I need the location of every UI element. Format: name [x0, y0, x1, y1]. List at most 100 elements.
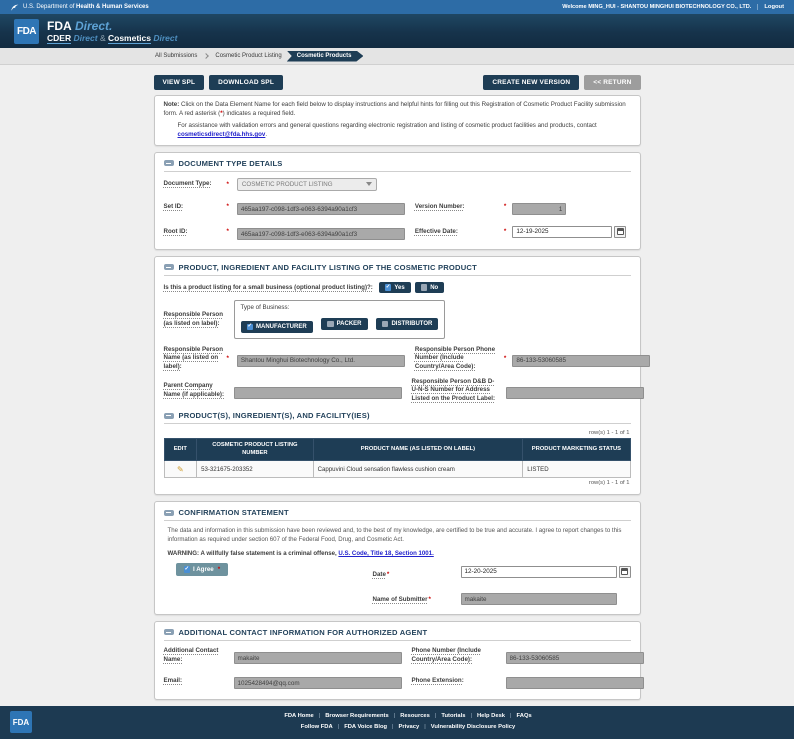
effective-date-label[interactable]: Effective Date:: [415, 228, 503, 236]
rp-phone-label[interactable]: Responsible Person Phone Number (Include…: [415, 346, 503, 371]
footer-link-fda-voice-blog[interactable]: FDA Voice Blog: [344, 724, 398, 730]
footer-link-vulnerability-disclosure[interactable]: Vulnerability Disclosure Policy: [431, 724, 516, 730]
logout-link[interactable]: Logout: [757, 4, 784, 10]
name-of-submitter-label[interactable]: Name of Submitter: [373, 596, 428, 603]
calendar-icon[interactable]: [618, 565, 631, 578]
document-type-select: COSMETIC PRODUCT LISTING: [236, 177, 377, 191]
table-row: 53-321675-203352 Cappuvini Cloud sensati…: [163, 460, 631, 479]
download-spl-button[interactable]: DOWNLOAD SPL: [209, 75, 284, 90]
welcome-text: Welcome MING_HUI - SHANTOU MINGHUI BIOTE…: [562, 4, 752, 10]
edit-pencil-icon[interactable]: [177, 465, 184, 474]
type-of-business-label: Type of Business:: [240, 304, 290, 312]
fda-footer-logo: FDA: [10, 711, 32, 734]
col-header-edit: EDIT: [163, 438, 198, 462]
breadcrumb: All Submissions Cosmetic Product Listing…: [0, 48, 794, 65]
phone-extension-label[interactable]: Phone Extension:: [412, 677, 500, 685]
footer-link-help-desk[interactable]: Help Desk: [477, 713, 517, 719]
agent-phone-field: [505, 652, 644, 665]
document-type-label[interactable]: Document Type:: [164, 180, 226, 188]
collapse-icon[interactable]: [163, 509, 174, 516]
date-label[interactable]: Date: [373, 571, 386, 578]
checkbox-unchecked-icon: [327, 320, 334, 328]
collapse-icon[interactable]: [163, 264, 174, 271]
footer-link-faqs[interactable]: FAQs: [517, 713, 532, 719]
responsible-person-label[interactable]: Responsible Person (as listed on label):: [164, 311, 226, 328]
toolbar: VIEW SPL DOWNLOAD SPL CREATE NEW VERSION…: [153, 75, 641, 90]
effective-date-input[interactable]: [512, 225, 613, 238]
parent-company-label[interactable]: Parent Company Name (if applicable):: [164, 382, 226, 399]
agent-phone-label[interactable]: Phone Number (Include Country/Area Code)…: [412, 647, 500, 664]
footer-link-browser-requirements[interactable]: Browser Requirements: [325, 713, 400, 719]
breadcrumb-cosmetic-products-active[interactable]: Cosmetic Products: [287, 51, 364, 62]
business-type-distributor-button[interactable]: DISTRIBUTOR: [375, 318, 439, 330]
checkbox-checked-icon: [384, 284, 392, 291]
collapse-icon[interactable]: [163, 629, 174, 636]
hhs-eagle-icon: [10, 3, 19, 12]
rp-duns-label[interactable]: Responsible Person D&B D-U-N-S Number fo…: [412, 378, 500, 403]
section-title-confirmation: CONFIRMATION STATEMENT: [178, 508, 289, 518]
collapse-icon[interactable]: [163, 160, 174, 167]
breadcrumb-cosmetic-product-listing[interactable]: Cosmetic Product Listing: [215, 53, 281, 59]
confirmation-date-input[interactable]: [460, 565, 617, 578]
brand-title: FDA Direct. CDER Direct & Cosmetics Dire…: [47, 18, 178, 44]
additional-contact-name-field: [233, 652, 402, 665]
utility-bar: U.S. Department of Health & Human Servic…: [0, 0, 794, 14]
products-table: EDIT COSMETIC PRODUCT LISTING NUMBER PRO…: [163, 438, 631, 479]
footer-link-privacy[interactable]: Privacy: [399, 724, 431, 730]
root-id-label[interactable]: Root ID:: [164, 228, 226, 236]
additional-contact-section: ADDITIONAL CONTACT INFORMATION FOR AUTHO…: [153, 620, 644, 700]
product-listing-section: PRODUCT, INGREDIENT AND FACILITY LISTING…: [153, 255, 651, 496]
version-number-label[interactable]: Version Number:: [415, 203, 503, 211]
cell-listing-number: 53-321675-203352: [196, 460, 314, 479]
checkbox-unchecked-icon: [381, 320, 389, 328]
small-business-yes-button[interactable]: Yes: [378, 281, 411, 294]
set-id-label[interactable]: Set ID:: [164, 203, 226, 211]
view-spl-button[interactable]: VIEW SPL: [153, 75, 205, 90]
type-of-business-group: Type of Business: MANUFACTURER PACKER DI…: [233, 300, 446, 339]
footer-link-tutorials[interactable]: Tutorials: [441, 713, 477, 719]
col-header-listing-number: COSMETIC PRODUCT LISTING NUMBER: [196, 438, 314, 462]
breadcrumb-all-submissions[interactable]: All Submissions: [155, 53, 197, 59]
note-label: Note:: [163, 101, 180, 108]
rp-name-label[interactable]: Responsible Person Name (as listed on la…: [164, 346, 226, 371]
business-type-manufacturer-button[interactable]: MANUFACTURER: [240, 321, 313, 333]
section-title-products-table: PRODUCT(S), INGREDIENT(S), AND FACILITY(…: [178, 411, 370, 421]
col-header-product-name: PRODUCT NAME (AS LISTED ON LABEL): [312, 438, 524, 462]
footer-link-follow-fda[interactable]: Follow FDA: [301, 724, 344, 730]
brand-header: FDA FDA Direct. CDER Direct & Cosmetics …: [0, 14, 794, 48]
confirmation-statement-text: The data and information in this submiss…: [167, 527, 622, 543]
parent-company-field: [233, 387, 402, 400]
agent-email-label[interactable]: Email:: [164, 677, 226, 685]
root-id-field: [236, 228, 405, 241]
rp-name-field: [236, 354, 405, 367]
section-title-document-type: DOCUMENT TYPE DETAILS: [178, 158, 283, 168]
phone-extension-field: [505, 677, 644, 690]
business-type-packer-button[interactable]: PACKER: [321, 318, 368, 330]
document-type-details-section: DOCUMENT TYPE DETAILS Document Type: * CO…: [153, 151, 641, 250]
brand-direct: Direct.: [75, 18, 113, 33]
footer-link-fda-home[interactable]: FDA Home: [284, 713, 325, 719]
main-content: VIEW SPL DOWNLOAD SPL CREATE NEW VERSION…: [153, 65, 651, 706]
agent-email-field: [233, 677, 402, 690]
calendar-icon[interactable]: [614, 225, 627, 238]
dept-hhs-text: U.S. Department of Health & Human Servic…: [23, 4, 149, 10]
us-code-link[interactable]: U.S. Code, Title 18, Section 1001.: [338, 550, 433, 557]
additional-contact-name-label[interactable]: Additional Contact Name:: [164, 647, 226, 664]
note-card: Note: Click on the Data Element Name for…: [153, 95, 641, 146]
i-agree-button[interactable]: I Agree*: [175, 562, 229, 576]
checkbox-unchecked-icon: [420, 284, 428, 291]
small-business-no-button[interactable]: No: [414, 281, 445, 294]
col-header-marketing-status: PRODUCT MARKETING STATUS: [522, 438, 631, 462]
footer-link-resources[interactable]: Resources: [400, 713, 441, 719]
brand-cosmetics: Cosmetics: [107, 32, 151, 44]
section-title-product-listing: PRODUCT, INGREDIENT AND FACILITY LISTING…: [178, 262, 477, 272]
collapse-icon[interactable]: [163, 412, 174, 419]
contact-email-link[interactable]: cosmeticsdirect@fda.hhs.gov: [178, 131, 266, 138]
chevron-down-icon: [365, 182, 372, 187]
small-business-label[interactable]: Is this a product listing for a small bu…: [164, 284, 373, 292]
create-new-version-button[interactable]: CREATE NEW VERSION: [483, 75, 580, 90]
return-button[interactable]: << RETURN: [584, 75, 641, 90]
brand-fda: FDA: [47, 18, 72, 33]
row-count-bottom: row(s) 1 - 1 of 1: [588, 480, 630, 487]
set-id-field: [236, 203, 405, 216]
